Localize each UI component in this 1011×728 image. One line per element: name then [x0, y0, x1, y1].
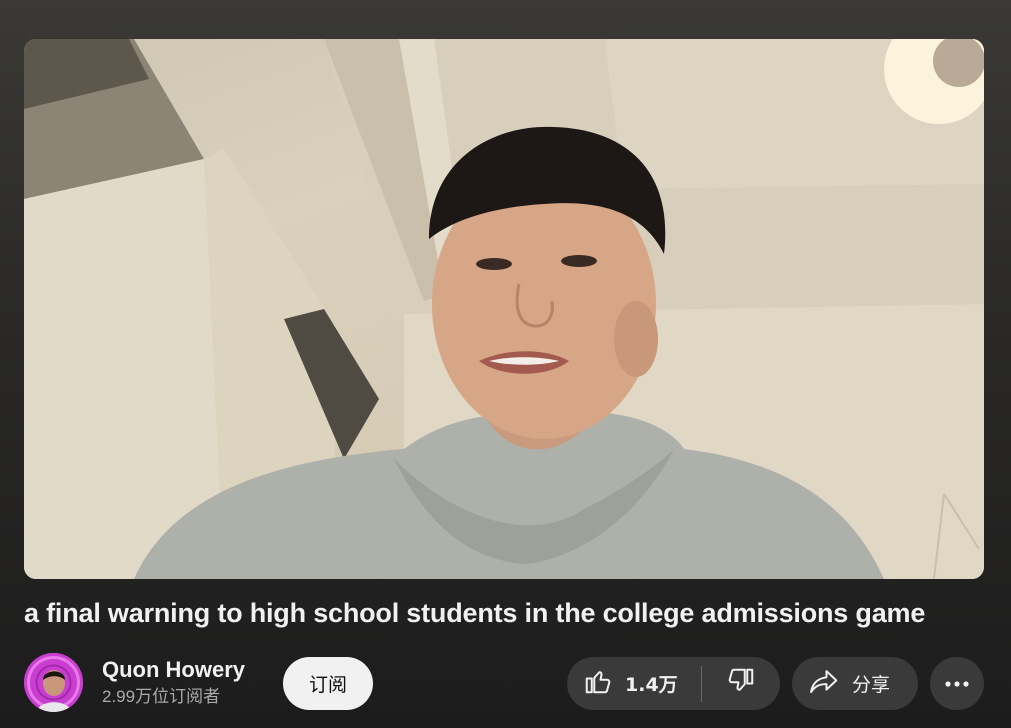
- share-arrow-icon: [808, 666, 840, 701]
- video-frame: [24, 39, 984, 579]
- more-actions-button[interactable]: [930, 657, 984, 710]
- thumbs-up-icon: [583, 666, 613, 701]
- avatar-image: [24, 652, 83, 712]
- channel-info: Quon Howery 2.99万位订阅者: [102, 657, 245, 708]
- share-button[interactable]: 分享: [792, 657, 918, 710]
- subscriber-count: 2.99万位订阅者: [102, 686, 221, 706]
- video-title: a final warning to high school students …: [24, 598, 926, 628]
- channel-owner: Quon Howery 2.99万位订阅者: [24, 652, 245, 712]
- channel-avatar[interactable]: [24, 652, 83, 712]
- more-horizontal-icon: [944, 675, 970, 693]
- dislike-button[interactable]: [702, 657, 780, 710]
- channel-name[interactable]: Quon Howery: [102, 657, 245, 683]
- subscribe-button[interactable]: 订阅: [283, 657, 373, 710]
- like-count: 1.4万: [625, 674, 678, 696]
- video-player[interactable]: [24, 39, 984, 579]
- like-dislike-group: 1.4万: [567, 657, 780, 710]
- like-button[interactable]: 1.4万: [567, 657, 701, 710]
- share-label: 分享: [852, 674, 891, 696]
- thumbs-down-icon: [726, 666, 756, 701]
